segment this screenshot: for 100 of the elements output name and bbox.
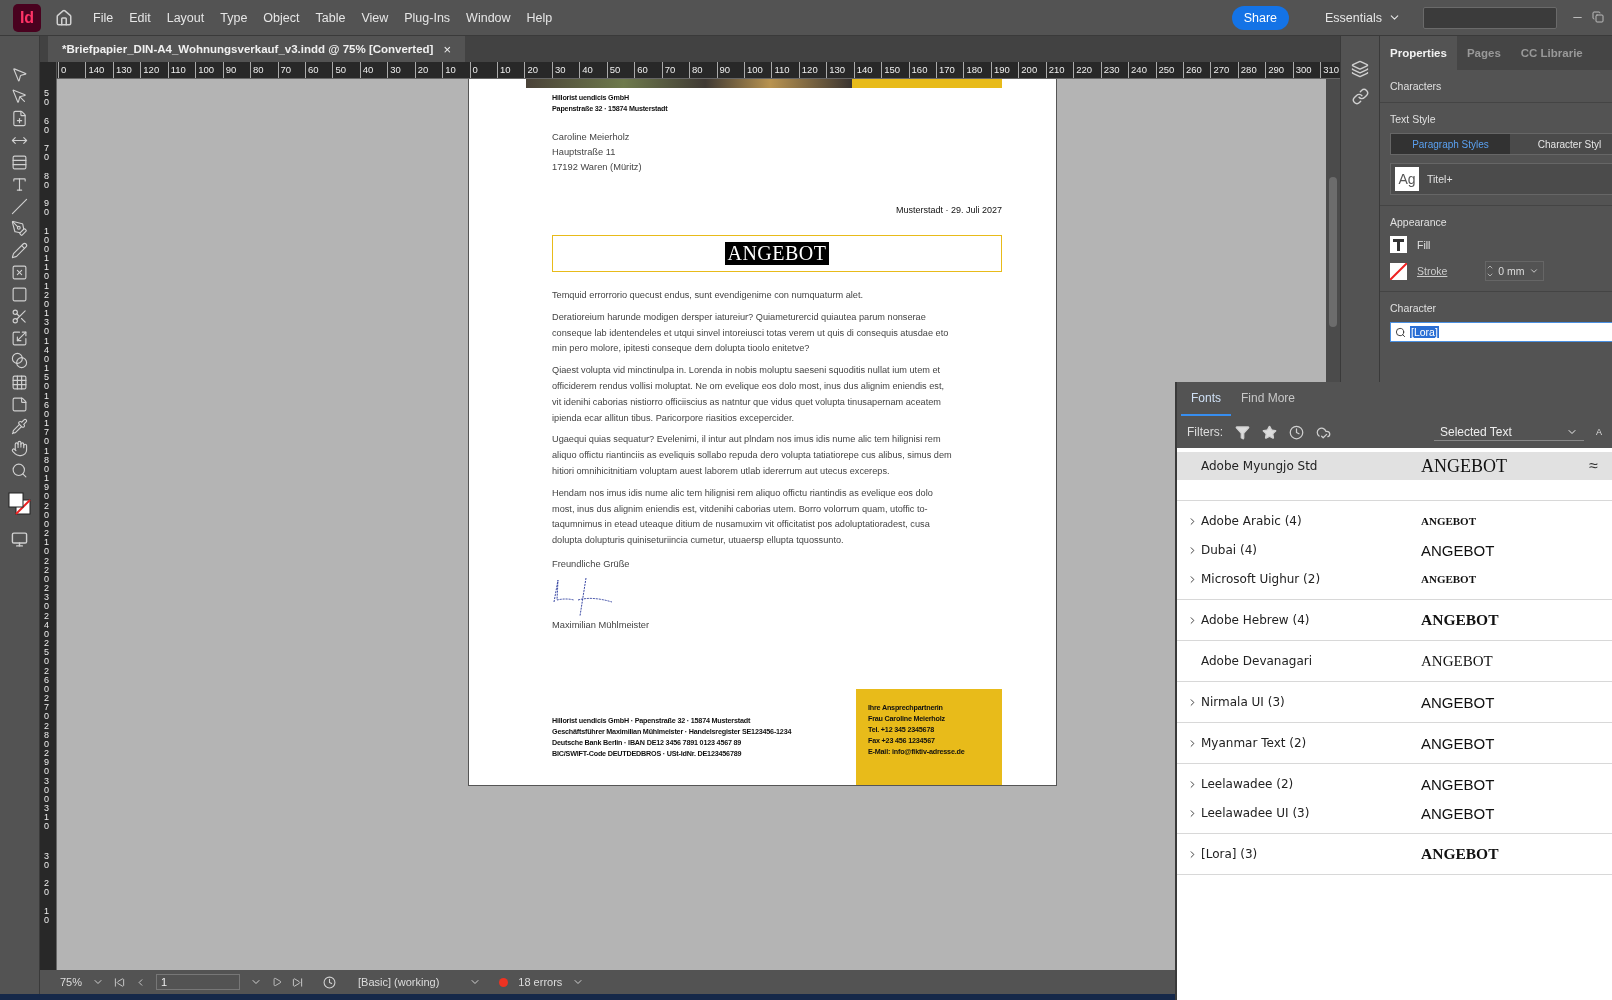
ruler-label: 240 [1128,62,1156,78]
home-icon[interactable] [55,8,73,27]
ruler-label: 50 [44,89,50,109]
scissors-icon[interactable] [11,308,28,325]
rectangle-icon[interactable] [11,286,28,303]
type-tool-icon[interactable] [11,176,28,193]
menu-item[interactable]: Window [458,4,519,31]
body-paragraph: Temquid errorrorio quecust endus, sunt evendigenime con numquaturm alet. [552,289,864,302]
preview-dropdown[interactable]: Selected Text [1434,423,1584,441]
ruler-label: 290 [1265,62,1293,78]
page-number-field[interactable]: 1 [156,974,241,990]
font-row[interactable]: Microsoft Uighur (2) ANGEBOT [1177,569,1612,589]
search-icon [1395,326,1406,338]
pencil-icon[interactable] [11,242,28,259]
style-tab[interactable]: Character Styl [1510,134,1612,154]
layers-icon[interactable] [1351,60,1369,78]
ruler-label: 40 [359,62,388,78]
close-tab-button[interactable]: × [443,41,451,57]
screen-mode-icon[interactable] [11,531,28,548]
first-page-icon[interactable] [114,976,126,988]
font-row[interactable]: Adobe Myungjo Std ANGEBOT ≈ [1177,452,1612,480]
ruler-label: 180 [963,62,991,78]
clock-icon[interactable] [1289,424,1304,440]
document-tab-title[interactable]: *Briefpapier_DIN-A4_Wohnungsverkauf_v3.indd @ 75% [Converted] [62,43,434,55]
pen-tool-icon[interactable] [11,220,28,237]
preflight-profile[interactable]: [Basic] (working) [358,976,440,988]
sample-size-button[interactable]: A [1596,427,1602,437]
ruler-label: 90 [44,199,50,219]
ruler-label: 200 [1018,62,1046,78]
menu-item[interactable]: Plug-Ins [396,4,459,31]
body-paragraph: Qiaest volupta vid minctinulpa in. Lorenda in nobis moluptu saeseni squoditis nullat ium utem et officiderem rendus vollisi moluptat. Ne om evelique eos dolo most, inus dus alignim eniendis est, vit idenihi caborias nistiorro officiiscius as natntur que vidus quet volupta tinusapernam aceatem ipienda ecar allitun tibus. Paricorpore riasitios excepercider. [552,364,946,425]
fill-label: Fill [1417,238,1431,251]
stroke-swatch-icon[interactable] [1390,262,1407,280]
eyedropper-icon[interactable] [11,418,28,435]
ruler-label: 270 [44,694,50,722]
link-icon[interactable] [1351,88,1369,105]
chevron-down-icon[interactable] [1528,266,1539,276]
font-row[interactable]: Myanmar Text (2) ANGEBOT [1177,733,1612,753]
font-row[interactable]: Adobe Devanagari ANGEBOT [1177,651,1612,671]
error-count[interactable]: 18 errors [518,976,563,988]
next-page-icon[interactable] [272,977,283,987]
stroke-link[interactable]: Stroke [1417,265,1448,277]
hand-icon[interactable] [11,440,28,457]
fill-swatch-icon[interactable] [1390,236,1407,253]
star-icon[interactable] [1262,424,1277,440]
ruler-label: 120 [140,62,168,78]
ruler-label: 140 [85,62,113,78]
recipient-line: 17192 Waren (Müritz) [552,161,643,174]
font-row[interactable]: Adobe Hebrew (4) ANGEBOT [1177,610,1612,630]
font-row[interactable]: [Lora] (3) ANGEBOT [1177,844,1612,864]
menu-item[interactable]: Type [212,4,256,31]
ruler-label: 250 [1155,62,1183,78]
filter-icon[interactable] [1235,424,1250,440]
font-row[interactable]: Adobe Arabic (4) ANGEBOT [1177,511,1612,531]
font-row[interactable]: Dubai (4) ANGEBOT [1177,540,1612,560]
line-tool-icon[interactable] [11,198,28,215]
ruler-label: 230 [1100,62,1129,78]
style-tab[interactable]: Paragraph Styles [1391,134,1510,154]
zoom-level[interactable]: 75% [60,976,83,988]
ruler-label: 210 [1045,62,1074,78]
ruler-label: 50 [332,62,360,78]
scrollbar-thumb[interactable] [1329,177,1337,327]
share-button[interactable]: Share [1231,5,1289,30]
ruler-label: 40 [579,62,607,78]
ruler-label: 50 [606,62,635,78]
font-row[interactable]: Leelawadee (2) ANGEBOT [1177,774,1612,794]
font-row[interactable]: Nirmala UI (3) ANGEBOT [1177,692,1612,712]
menu-item[interactable]: View [353,4,397,31]
restore-icon[interactable] [1592,11,1604,24]
panel-tab[interactable]: Find More [1231,382,1306,416]
cloud-check-icon[interactable] [1316,424,1331,440]
grid-icon[interactable] [11,374,28,391]
letter-heading[interactable]: ANGEBOT [725,242,829,265]
style-item[interactable]: Ag Titel+ [1390,163,1612,195]
page-tool-icon[interactable] [11,110,28,127]
font-row[interactable]: Leelawadee UI (3) ANGEBOT [1177,803,1612,823]
ruler-label: 270 [1210,62,1238,78]
menu-item[interactable]: File [85,4,122,31]
ruler-label: 60 [44,116,50,137]
menu-item[interactable]: Object [255,4,308,31]
menu-item[interactable]: Table [307,4,354,31]
last-page-icon[interactable] [292,976,304,988]
panel-tab[interactable]: Properties [1380,36,1457,70]
app-logo[interactable]: Id [13,3,41,32]
panel-tab[interactable]: Fonts [1181,382,1231,416]
menu-item[interactable]: Help [518,4,561,31]
note-icon[interactable] [11,396,28,413]
fill-stroke-icon[interactable] [6,492,33,516]
menu-item[interactable]: Edit [121,4,159,31]
ruler-label: 70 [277,62,305,78]
selection-pointer-icon[interactable] [11,66,28,83]
search-field[interactable] [1423,6,1557,29]
body-paragraph: Deratioreium harunde modigen dersper iatureiur? Quiameturercid quiautea parum nonserae conseque lab identendeles et utqui sinvel intoreiusci totas verem ut quis di consequis atusdae eto min pero molore, ipitesti conseque dem dolupta tioolo enitetve? [552,310,950,356]
menu-item[interactable]: Layout [158,4,213,31]
transform-icon[interactable] [11,330,28,347]
direct-selection-icon[interactable] [11,88,28,105]
zoom-icon[interactable] [11,462,28,479]
workspace-dropdown[interactable]: Essentials [1319,9,1407,26]
font-field[interactable]: [Lora] [1390,322,1612,342]
stroke-weight-field[interactable]: 0 mm [1485,261,1544,281]
